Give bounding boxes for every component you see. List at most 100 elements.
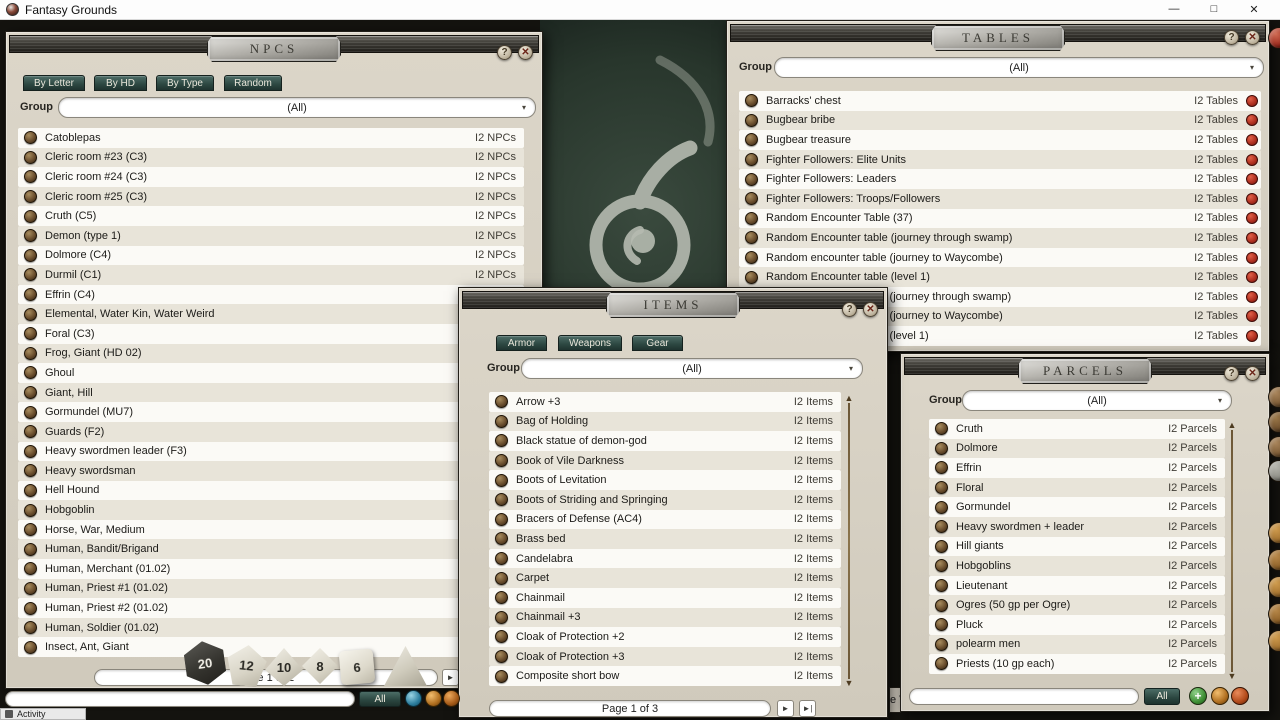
list-item[interactable]: Barracks' chestI2 Tables (739, 91, 1261, 111)
parcels-all-button[interactable]: All (1144, 688, 1180, 705)
list-item[interactable]: Dolmore (C4)I2 NPCs (18, 246, 524, 266)
close-icon[interactable]: ✕ (1245, 366, 1260, 381)
record-link-icon[interactable] (745, 212, 758, 225)
maximize-button[interactable]: □ (1194, 3, 1234, 16)
list-item[interactable]: Human, Bandit/BrigandI2 NPCs (18, 539, 524, 559)
pointer-icon[interactable] (405, 690, 422, 707)
record-link-icon[interactable] (24, 621, 37, 634)
record-link-icon[interactable] (495, 532, 508, 545)
scroll-down-icon[interactable]: ▼ (1228, 672, 1237, 681)
scrollbar[interactable]: ▲ ▼ (1226, 421, 1238, 681)
tab-by-letter[interactable]: By Letter (23, 75, 85, 91)
list-item[interactable]: Chainmail +3I2 Items (489, 608, 841, 628)
record-link-icon[interactable] (935, 501, 948, 514)
add-parcel-button[interactable]: + (1189, 687, 1207, 705)
list-item[interactable]: Human, Priest #1 (01.02)I2 NPCs (18, 579, 524, 599)
record-link-icon[interactable] (24, 308, 37, 321)
record-link-icon[interactable] (745, 173, 758, 186)
record-link-icon[interactable] (24, 523, 37, 536)
list-item[interactable]: Arrow +3I2 Items (489, 392, 841, 412)
list-item[interactable]: Fighter Followers: Troops/FollowersI2 Ta… (739, 189, 1261, 209)
close-window-button[interactable]: ✕ (1234, 3, 1274, 16)
record-link-icon[interactable] (745, 271, 758, 284)
tab-armor[interactable]: Armor (496, 335, 547, 351)
scroll-down-icon[interactable]: ▼ (845, 679, 854, 688)
list-item[interactable]: Priests (10 gp each)I2 Parcels (929, 654, 1225, 674)
list-item[interactable]: Heavy swordsmanI2 NPCs (18, 461, 524, 481)
list-item[interactable]: Cleric room #24 (C3)I2 NPCs (18, 167, 524, 187)
list-item[interactable]: Composite short bowI2 Items (489, 666, 841, 686)
roll-table-icon[interactable] (1246, 271, 1258, 283)
roll-table-icon[interactable] (1246, 291, 1258, 303)
tables-group-dropdown[interactable]: (All) ▾ (774, 57, 1264, 78)
roll-table-icon[interactable] (1246, 173, 1258, 185)
list-item[interactable]: Ogres (50 gp per Ogre)I2 Parcels (929, 595, 1225, 615)
list-item[interactable]: HobgoblinsI2 Parcels (929, 556, 1225, 576)
list-item[interactable]: Random encounter table (journey to Wayco… (739, 248, 1261, 268)
list-item[interactable]: Book of Vile DarknessI2 Items (489, 451, 841, 471)
record-link-icon[interactable] (935, 657, 948, 670)
record-link-icon[interactable] (745, 133, 758, 146)
roll-table-icon[interactable] (1246, 310, 1258, 322)
list-item[interactable]: Heavy swordmen leader (F3)I2 NPCs (18, 442, 524, 462)
record-link-icon[interactable] (935, 442, 948, 455)
record-link-icon[interactable] (745, 231, 758, 244)
roll-table-icon[interactable] (1246, 134, 1258, 146)
record-link-icon[interactable] (24, 229, 37, 242)
list-item[interactable]: HobgoblinI2 NPCs (18, 500, 524, 520)
record-link-icon[interactable] (495, 591, 508, 604)
parcels-tool-icon[interactable] (1211, 687, 1229, 705)
list-item[interactable]: Human, Merchant (01.02)I2 NPCs (18, 559, 524, 579)
record-link-icon[interactable] (745, 251, 758, 264)
record-link-icon[interactable] (24, 464, 37, 477)
record-link-icon[interactable] (745, 153, 758, 166)
next-page-button[interactable]: ► (777, 700, 794, 717)
list-item[interactable]: Heavy swordmen + leaderI2 Parcels (929, 517, 1225, 537)
list-item[interactable]: Horse, War, MediumI2 NPCs (18, 520, 524, 540)
list-item[interactable]: Cloak of Protection +2I2 Items (489, 627, 841, 647)
record-link-icon[interactable] (495, 572, 508, 585)
record-link-icon[interactable] (24, 445, 37, 458)
list-item[interactable]: Demon (type 1)I2 NPCs (18, 226, 524, 246)
roll-table-icon[interactable] (1246, 95, 1258, 107)
list-item[interactable]: Bracers of Defense (AC4)I2 Items (489, 510, 841, 530)
list-item[interactable]: CatoblepasI2 NPCs (18, 128, 524, 148)
list-item[interactable]: Insect, Ant, GiantI2 NPCs (18, 637, 524, 657)
close-icon[interactable]: ✕ (518, 45, 533, 60)
record-link-icon[interactable] (495, 454, 508, 467)
record-link-icon[interactable] (935, 481, 948, 494)
record-link-icon[interactable] (24, 347, 37, 360)
list-item[interactable]: Guards (F2)I2 NPCs (18, 422, 524, 442)
record-link-icon[interactable] (495, 611, 508, 624)
record-link-icon[interactable] (935, 579, 948, 592)
roll-table-icon[interactable] (1246, 212, 1258, 224)
help-icon[interactable]: ? (497, 45, 512, 60)
list-item[interactable]: Boots of LevitationI2 Items (489, 470, 841, 490)
list-item[interactable]: CarpetI2 Items (489, 568, 841, 588)
list-item[interactable]: ChainmailI2 Items (489, 588, 841, 608)
record-link-icon[interactable] (495, 493, 508, 506)
list-item[interactable]: Random Encounter table (journey through … (739, 228, 1261, 248)
chat-mode-all-button[interactable]: All (359, 691, 401, 707)
list-item[interactable]: FloralI2 Parcels (929, 478, 1225, 498)
list-item[interactable]: Human, Soldier (01.02)I2 NPCs (18, 618, 524, 638)
help-icon[interactable]: ? (1224, 366, 1239, 381)
roll-table-icon[interactable] (1246, 154, 1258, 166)
help-icon[interactable]: ? (842, 302, 857, 317)
record-link-icon[interactable] (935, 520, 948, 533)
record-link-icon[interactable] (495, 434, 508, 447)
record-link-icon[interactable] (495, 513, 508, 526)
record-link-icon[interactable] (24, 641, 37, 654)
items-window-title[interactable]: ITEMS (606, 292, 740, 318)
list-item[interactable]: CandelabraI2 Items (489, 549, 841, 569)
list-item[interactable]: Black statue of demon-godI2 Items (489, 431, 841, 451)
list-item[interactable]: Foral (C3)I2 NPCs (18, 324, 524, 344)
chat-entry-input[interactable] (5, 691, 355, 707)
list-item[interactable]: Durmil (C1)I2 NPCs (18, 265, 524, 285)
items-group-dropdown[interactable]: (All) ▾ (521, 358, 863, 379)
record-link-icon[interactable] (24, 210, 37, 223)
list-item[interactable]: Fighter Followers: LeadersI2 Tables (739, 169, 1261, 189)
record-link-icon[interactable] (24, 268, 37, 281)
next-page-button[interactable]: ► (442, 669, 459, 686)
record-link-icon[interactable] (495, 552, 508, 565)
